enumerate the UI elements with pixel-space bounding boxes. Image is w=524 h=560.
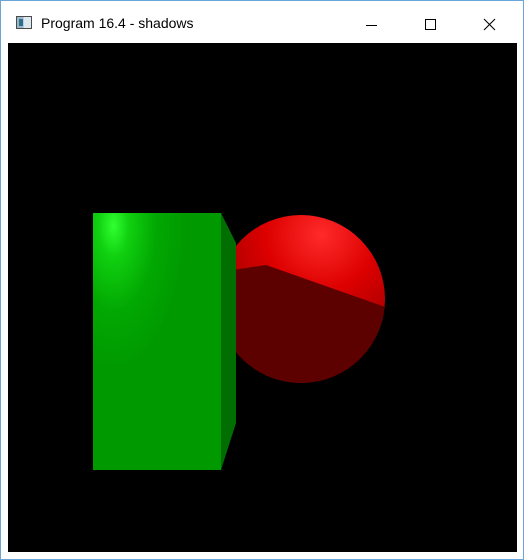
green-cube-side <box>221 213 236 470</box>
close-icon <box>483 18 496 31</box>
red-sphere <box>217 215 385 383</box>
maximize-button[interactable] <box>401 1 459 43</box>
window-title: Program 16.4 - shadows <box>41 15 194 31</box>
green-cube <box>93 213 221 470</box>
minimize-button[interactable] <box>343 1 401 43</box>
close-button[interactable] <box>459 1 523 43</box>
app-window-icon[interactable] <box>16 16 32 29</box>
render-canvas[interactable] <box>8 43 517 552</box>
minimize-icon <box>366 25 377 26</box>
maximize-icon <box>425 19 436 30</box>
title-bar[interactable]: Program 16.4 - shadows <box>1 1 523 43</box>
app-window: Program 16.4 - shadows <box>0 0 524 560</box>
shadow-scene <box>93 213 385 470</box>
